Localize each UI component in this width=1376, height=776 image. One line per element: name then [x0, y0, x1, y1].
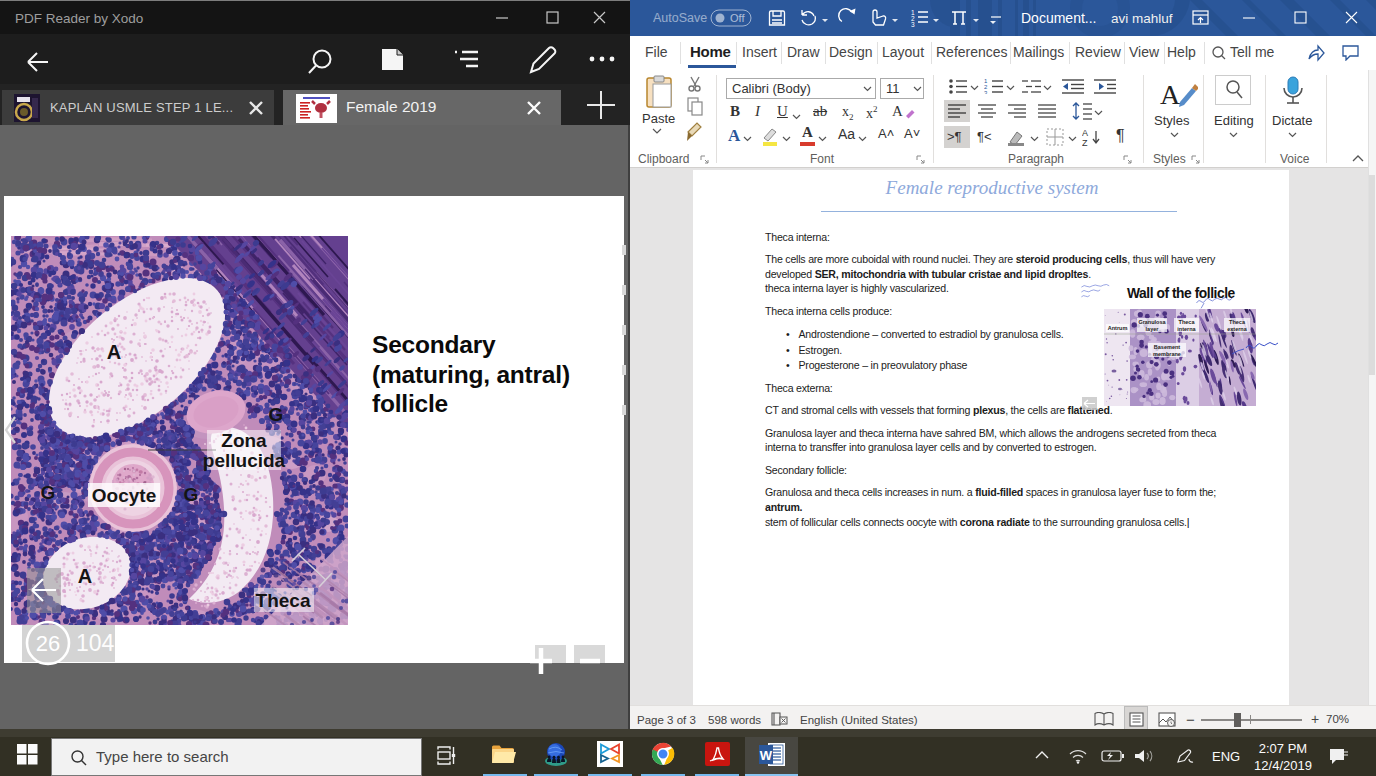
svg-text:A: A [1082, 128, 1088, 138]
svg-text:Granulosa: Granulosa [1138, 319, 1166, 325]
svg-text:AutoSave: AutoSave [653, 11, 707, 25]
svg-text:layer: layer [1146, 326, 1160, 332]
svg-text:pellucida: pellucida [203, 450, 286, 471]
svg-text:G: G [184, 484, 199, 505]
svg-text:A: A [1160, 79, 1181, 110]
svg-text:Z: Z [1082, 138, 1088, 146]
svg-text:Theca: Theca [1229, 319, 1246, 325]
svg-text:Zona: Zona [221, 430, 267, 451]
svg-text:3: 3 [984, 90, 988, 94]
svg-text:3: 3 [911, 21, 915, 28]
svg-text:avi mahluf: avi mahluf [1111, 11, 1173, 26]
svg-text:A: A [78, 565, 92, 587]
svg-text:interna: interna [1177, 326, 1196, 332]
svg-text:Antrum: Antrum [1108, 325, 1128, 331]
svg-text:Theca: Theca [1179, 319, 1196, 325]
svg-text:Theca: Theca [256, 590, 311, 611]
svg-text:Basement: Basement [1154, 344, 1180, 350]
svg-text:externa: externa [1227, 326, 1248, 332]
svg-text:26: 26 [36, 631, 60, 656]
svg-text:G: G [41, 482, 56, 503]
svg-text:W: W [760, 748, 773, 763]
svg-text:Document...: Document... [1021, 10, 1096, 26]
svg-text:membrane: membrane [1153, 351, 1181, 357]
svg-text:G: G [269, 404, 284, 425]
svg-text:A: A [107, 341, 121, 363]
svg-text:Off: Off [730, 12, 745, 24]
svg-text:Oocyte: Oocyte [92, 485, 156, 506]
